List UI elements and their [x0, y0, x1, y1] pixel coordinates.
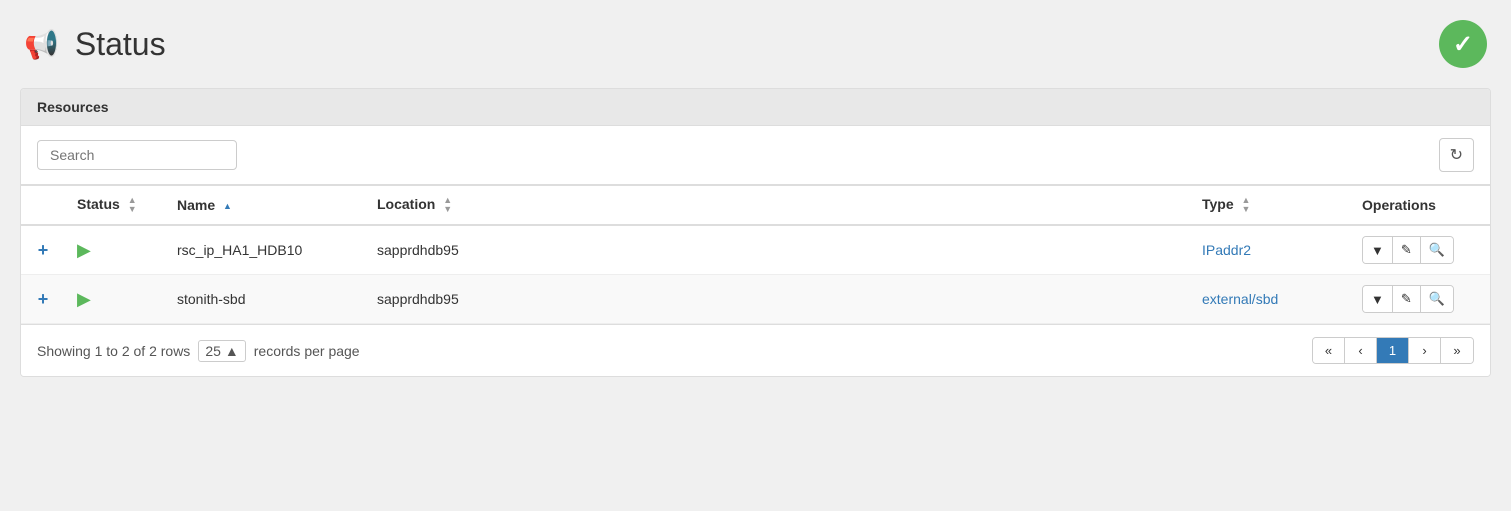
ops-edit-button[interactable]: ✎ — [1393, 237, 1421, 263]
col-header-name[interactable]: Name ▲ — [165, 186, 365, 226]
resource-location: sapprdhdb95 — [377, 291, 459, 307]
row-expand-cell: + — [21, 275, 65, 324]
ops-edit-button[interactable]: ✎ — [1393, 286, 1421, 312]
header-left: 📢 Status — [24, 26, 166, 63]
resource-type-link[interactable]: IPaddr2 — [1202, 242, 1251, 258]
showing-text: Showing 1 to 2 of 2 rows — [37, 343, 190, 359]
row-name-cell: rsc_ip_HA1_HDB10 — [165, 225, 365, 275]
expand-button[interactable]: + — [38, 290, 49, 308]
row-type-cell: IPaddr2 — [1190, 225, 1350, 275]
col-header-operations: Operations — [1350, 186, 1490, 226]
pagination: « ‹ 1 › » — [1312, 337, 1474, 364]
per-page-value: 25 — [205, 343, 221, 359]
row-location-cell: sapprdhdb95 — [365, 225, 1190, 275]
row-status-cell: ▶ — [65, 225, 165, 275]
table-header-row: Status ▲ ▼ Name ▲ Location ▲ — [21, 186, 1490, 226]
resources-panel: Resources ↻ Status ▲ ▼ Name — [20, 88, 1491, 377]
table-row: + ▶ rsc_ip_HA1_HDB10 sapprdhdb95 IPaddr2… — [21, 225, 1490, 275]
per-page-label: records per page — [254, 343, 360, 359]
search-input[interactable] — [37, 140, 237, 170]
resources-title: Resources — [37, 99, 109, 115]
row-operations-cell: ▼ ✎ 🔍 — [1350, 275, 1490, 324]
type-sort-arrows: ▲ ▼ — [1242, 196, 1251, 214]
row-name-cell: stonith-sbd — [165, 275, 365, 324]
resource-name: stonith-sbd — [177, 291, 245, 307]
resources-toolbar: ↻ — [21, 126, 1490, 185]
name-sort-arrows: ▲ — [223, 202, 232, 211]
page-header: 📢 Status ✓ — [20, 20, 1491, 68]
ops-search-button[interactable]: 🔍 — [1421, 237, 1453, 263]
pagination-prev[interactable]: ‹ — [1345, 338, 1377, 363]
megaphone-icon: 📢 — [24, 28, 59, 61]
pagination-last[interactable]: » — [1441, 338, 1473, 363]
resources-panel-header: Resources — [21, 89, 1490, 126]
refresh-icon: ↻ — [1450, 147, 1463, 164]
resource-type-link[interactable]: external/sbd — [1202, 291, 1278, 307]
row-location-cell: sapprdhdb95 — [365, 275, 1190, 324]
page-title: Status — [75, 26, 166, 63]
per-page-select[interactable]: 25 ▲ — [198, 340, 245, 362]
operations-group: ▼ ✎ 🔍 — [1362, 285, 1454, 313]
ops-search-button[interactable]: 🔍 — [1421, 286, 1453, 312]
status-running-icon: ▶ — [77, 240, 91, 260]
ops-dropdown-button[interactable]: ▼ — [1363, 286, 1393, 312]
per-page-arrow: ▲ — [225, 343, 239, 359]
col-header-status[interactable]: Status ▲ ▼ — [65, 186, 165, 226]
pagination-next[interactable]: › — [1409, 338, 1441, 363]
refresh-button[interactable]: ↻ — [1439, 138, 1474, 172]
status-ok-icon: ✓ — [1439, 20, 1487, 68]
table-footer: Showing 1 to 2 of 2 rows 25 ▲ records pe… — [21, 324, 1490, 376]
status-sort-arrows: ▲ ▼ — [128, 196, 137, 214]
col-header-location[interactable]: Location ▲ ▼ — [365, 186, 1190, 226]
ops-dropdown-button[interactable]: ▼ — [1363, 237, 1393, 263]
table-row: + ▶ stonith-sbd sapprdhdb95 external/sbd… — [21, 275, 1490, 324]
pagination-page-1[interactable]: 1 — [1377, 338, 1409, 363]
resource-name: rsc_ip_HA1_HDB10 — [177, 242, 302, 258]
footer-left: Showing 1 to 2 of 2 rows 25 ▲ records pe… — [37, 340, 360, 362]
resource-location: sapprdhdb95 — [377, 242, 459, 258]
resources-table: Status ▲ ▼ Name ▲ Location ▲ — [21, 185, 1490, 324]
expand-button[interactable]: + — [38, 241, 49, 259]
operations-group: ▼ ✎ 🔍 — [1362, 236, 1454, 264]
col-header-type[interactable]: Type ▲ ▼ — [1190, 186, 1350, 226]
row-type-cell: external/sbd — [1190, 275, 1350, 324]
location-sort-arrows: ▲ ▼ — [443, 196, 452, 214]
col-header-expand — [21, 186, 65, 226]
row-status-cell: ▶ — [65, 275, 165, 324]
row-expand-cell: + — [21, 225, 65, 275]
pagination-first[interactable]: « — [1313, 338, 1345, 363]
status-running-icon: ▶ — [77, 289, 91, 309]
row-operations-cell: ▼ ✎ 🔍 — [1350, 225, 1490, 275]
